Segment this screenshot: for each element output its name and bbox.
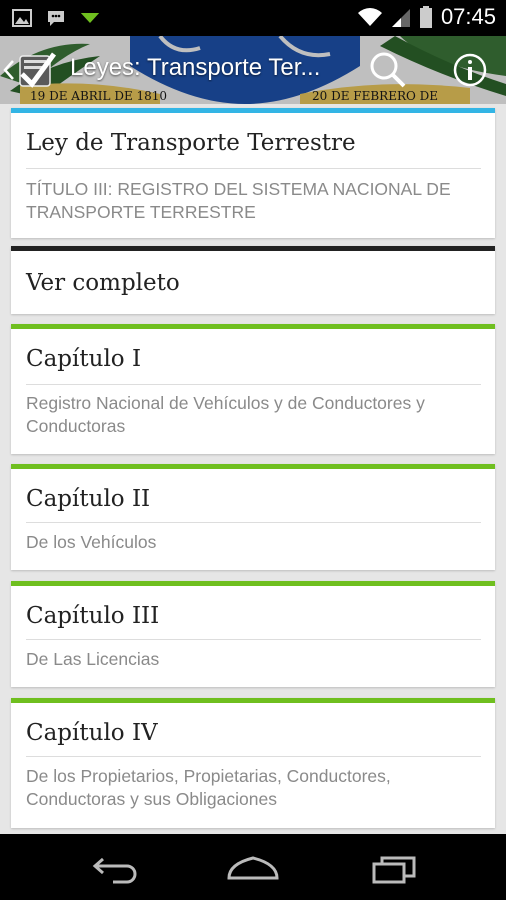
battery-icon bbox=[419, 6, 432, 28]
law-subtitle: TÍTULO III: REGISTRO DEL SISTEMA NACIONA… bbox=[26, 179, 451, 222]
action-bar: 19 DE ABRIL DE 1810 20 DE FEBRERO DE Ley… bbox=[0, 36, 506, 104]
info-icon bbox=[453, 53, 487, 87]
chapter-card[interactable]: Capítulo II De los Vehículos bbox=[11, 464, 495, 570]
home-button[interactable] bbox=[223, 848, 283, 888]
chapter-subtitle: De los Vehículos bbox=[26, 532, 157, 552]
chapter-divider bbox=[26, 639, 481, 640]
chapter-card[interactable]: Capítulo I Registro Nacional de Vehículo… bbox=[11, 324, 495, 454]
signal-icon bbox=[391, 9, 410, 27]
chapter-title: Capítulo IV bbox=[26, 720, 158, 746]
image-icon bbox=[12, 9, 32, 27]
navigation-bar bbox=[0, 834, 506, 900]
chapter-card[interactable]: Capítulo IV De los Propietarios, Propiet… bbox=[11, 698, 495, 828]
home-icon bbox=[227, 856, 279, 880]
recents-button[interactable] bbox=[364, 848, 424, 888]
chapter-divider bbox=[26, 756, 481, 757]
clock: 07:45 bbox=[440, 4, 496, 29]
view-all-accent-bar bbox=[11, 246, 495, 251]
law-content-list: Ley de Transporte Terrestre TÍTULO III: … bbox=[0, 104, 506, 834]
status-bar: 07:45 bbox=[0, 0, 506, 36]
chapter-divider bbox=[26, 522, 481, 523]
chapter-subtitle: De los Propietarios, Propietarias, Condu… bbox=[26, 766, 391, 809]
chapter-accent-bar bbox=[11, 581, 495, 586]
up-button[interactable] bbox=[2, 46, 62, 94]
chapter-accent-bar bbox=[11, 464, 495, 469]
law-header-card: Ley de Transporte Terrestre TÍTULO III: … bbox=[11, 108, 495, 238]
chapter-title: Capítulo III bbox=[26, 603, 160, 629]
chapter-accent-bar bbox=[11, 698, 495, 703]
chapter-title: Capítulo II bbox=[26, 486, 151, 512]
chapter-divider bbox=[26, 384, 481, 385]
recents-icon bbox=[372, 856, 416, 884]
chapter-subtitle: Registro Nacional de Vehículos y de Cond… bbox=[26, 393, 425, 436]
app-logo-icon bbox=[19, 52, 57, 88]
back-button[interactable] bbox=[83, 848, 143, 888]
view-all-label: Ver completo bbox=[26, 270, 180, 296]
chat-icon bbox=[48, 11, 64, 26]
info-button[interactable] bbox=[448, 48, 492, 92]
chapter-title: Capítulo I bbox=[26, 346, 142, 372]
chapter-accent-bar bbox=[11, 324, 495, 329]
wifi-icon bbox=[357, 8, 382, 26]
chapter-subtitle: De Las Licencias bbox=[26, 649, 160, 669]
search-button[interactable] bbox=[366, 48, 410, 92]
header-divider bbox=[26, 168, 481, 169]
view-all-button[interactable]: Ver completo bbox=[11, 246, 495, 314]
law-title: Ley de Transporte Terrestre bbox=[26, 130, 356, 156]
back-icon bbox=[92, 857, 137, 884]
action-bar-title: Leyes: Transporte Ter... bbox=[70, 54, 321, 81]
download-icon bbox=[80, 13, 100, 23]
chapter-card[interactable]: Capítulo III De Las Licencias bbox=[11, 581, 495, 687]
search-icon bbox=[370, 52, 406, 88]
header-accent-bar bbox=[11, 108, 495, 113]
